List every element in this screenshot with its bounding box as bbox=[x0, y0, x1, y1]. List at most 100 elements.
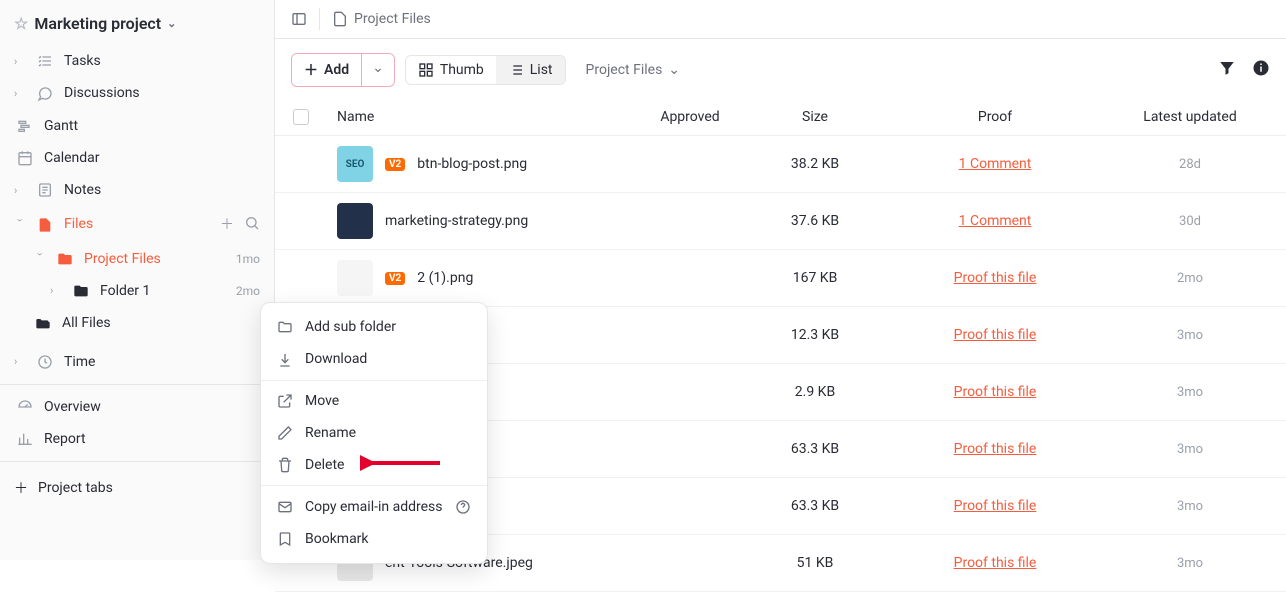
proof-link[interactable]: Proof this file bbox=[954, 555, 1037, 571]
file-thumbnail bbox=[337, 260, 373, 296]
size-cell: 2.9 KB bbox=[750, 384, 880, 400]
table-row[interactable]: marketing-strategy.png37.6 KB1 Comment30… bbox=[275, 193, 1286, 250]
chevron-down-icon: › bbox=[34, 253, 47, 265]
sidebar-item-notes[interactable]: › Notes bbox=[0, 174, 274, 206]
search-icon[interactable] bbox=[244, 214, 260, 234]
proof-link[interactable]: Proof this file bbox=[954, 384, 1037, 400]
menu-label: Delete bbox=[305, 457, 344, 473]
add-dropdown[interactable]: ⌄ bbox=[362, 54, 394, 86]
menu-label: Move bbox=[305, 393, 339, 409]
col-size[interactable]: Size bbox=[750, 109, 880, 125]
sidebar-item-files[interactable]: › Files ＋ bbox=[0, 206, 274, 242]
mail-icon bbox=[277, 498, 293, 514]
view-segment: Thumb List bbox=[405, 55, 566, 85]
plus-icon: ＋ bbox=[14, 478, 28, 498]
sidebar-item-overview[interactable]: Overview bbox=[0, 391, 274, 423]
menu-label: Add sub folder bbox=[305, 319, 396, 335]
bookmark-icon bbox=[277, 531, 293, 547]
col-proof[interactable]: Proof bbox=[880, 109, 1110, 125]
sidebar-item-label: Time bbox=[64, 354, 260, 370]
table-row[interactable]: SEOV2btn-blog-post.png38.2 KB1 Comment28… bbox=[275, 136, 1286, 193]
menu-label: Download bbox=[305, 351, 367, 367]
folder-icon bbox=[277, 319, 293, 335]
menu-download[interactable]: Download bbox=[261, 343, 487, 375]
tasks-icon bbox=[36, 53, 54, 69]
breadcrumb-label: Project Files bbox=[354, 11, 431, 27]
info-icon[interactable] bbox=[1252, 59, 1270, 81]
toolbar: ＋ Add ⌄ Thumb List bbox=[275, 39, 1286, 101]
sidebar-item-report[interactable]: Report bbox=[0, 423, 274, 455]
menu-move[interactable]: Move bbox=[261, 385, 487, 417]
project-tabs-button[interactable]: ＋ Project tabs bbox=[0, 468, 274, 508]
col-name[interactable]: Name bbox=[337, 109, 630, 125]
pencil-icon bbox=[277, 425, 293, 441]
chevron-down-icon: ⌄ bbox=[372, 60, 384, 76]
chevron-down-icon: › bbox=[14, 218, 27, 230]
folder-select-label: Project Files bbox=[586, 62, 663, 78]
sidebar-item-all-files[interactable]: All Files bbox=[0, 307, 274, 339]
sidebar-item-tasks[interactable]: › Tasks bbox=[0, 45, 274, 77]
menu-rename[interactable]: Rename bbox=[261, 417, 487, 449]
project-header[interactable]: ☆ Marketing project ⌄ bbox=[0, 8, 274, 45]
updated-cell: 28d bbox=[1110, 157, 1270, 172]
notes-icon bbox=[36, 182, 54, 198]
menu-label: Bookmark bbox=[305, 531, 369, 547]
col-approved[interactable]: Approved bbox=[630, 109, 750, 125]
sidebar-item-project-files[interactable]: › Project Files 1mo bbox=[0, 242, 274, 274]
proof-link[interactable]: 1 Comment bbox=[959, 213, 1032, 229]
proof-link[interactable]: Proof this file bbox=[954, 441, 1037, 457]
file-name: marketing-strategy.png bbox=[385, 213, 528, 229]
star-icon[interactable]: ☆ bbox=[14, 14, 28, 33]
add-button-group: ＋ Add ⌄ bbox=[291, 53, 395, 87]
select-all-checkbox[interactable] bbox=[293, 109, 309, 125]
menu-label: Copy email-in address bbox=[305, 499, 442, 515]
clock-icon bbox=[36, 353, 54, 369]
list-icon bbox=[508, 62, 524, 78]
updated-cell: 3mo bbox=[1110, 385, 1270, 400]
sidebar: ☆ Marketing project ⌄ › Tasks › Discussi… bbox=[0, 0, 275, 560]
chevron-right-icon: › bbox=[14, 55, 26, 68]
sidebar-item-label: Gantt bbox=[44, 118, 260, 134]
proof-link[interactable]: Proof this file bbox=[954, 327, 1037, 343]
trash-icon bbox=[277, 457, 293, 473]
table-row[interactable]: V22 (1).png167 KBProof this file2mo bbox=[275, 250, 1286, 307]
view-thumb-label: Thumb bbox=[440, 62, 484, 78]
chart-icon bbox=[16, 431, 34, 447]
chevron-down-icon[interactable]: ⌄ bbox=[167, 17, 176, 30]
filter-icon[interactable] bbox=[1218, 59, 1236, 81]
version-badge: V2 bbox=[385, 272, 405, 285]
sidebar-item-time[interactable]: › Time bbox=[0, 345, 274, 377]
menu-copy-email[interactable]: Copy email-in address bbox=[261, 490, 487, 522]
help-icon[interactable] bbox=[455, 498, 471, 514]
sidebar-item-label: Overview bbox=[44, 399, 260, 415]
calendar-icon bbox=[16, 150, 34, 166]
folder-select[interactable]: Project Files ⌄ bbox=[576, 56, 691, 84]
project-tabs-label: Project tabs bbox=[38, 480, 113, 496]
sidebar-item-label: Files bbox=[64, 216, 210, 232]
divider bbox=[0, 384, 274, 385]
sidebar-item-gantt[interactable]: Gantt bbox=[0, 110, 274, 142]
col-updated[interactable]: Latest updated bbox=[1110, 109, 1270, 125]
view-list[interactable]: List bbox=[496, 56, 565, 84]
divider bbox=[261, 485, 487, 486]
menu-bookmark[interactable]: Bookmark bbox=[261, 523, 487, 555]
proof-link[interactable]: 1 Comment bbox=[959, 156, 1032, 172]
breadcrumb[interactable]: Project Files bbox=[332, 11, 431, 27]
sidebar-item-label: Tasks bbox=[64, 53, 260, 69]
view-thumb[interactable]: Thumb bbox=[406, 56, 496, 84]
add-icon[interactable]: ＋ bbox=[220, 214, 234, 234]
size-cell: 63.3 KB bbox=[750, 498, 880, 514]
sidebar-item-label: Report bbox=[44, 431, 260, 447]
gauge-icon bbox=[16, 399, 34, 415]
add-button[interactable]: ＋ Add bbox=[292, 54, 362, 86]
proof-link[interactable]: Proof this file bbox=[954, 498, 1037, 514]
add-label: Add bbox=[324, 62, 349, 78]
gantt-icon bbox=[16, 118, 34, 134]
menu-add-sub-folder[interactable]: Add sub folder bbox=[261, 311, 487, 343]
sidebar-item-discussions[interactable]: › Discussions bbox=[0, 77, 274, 109]
menu-delete[interactable]: Delete bbox=[261, 449, 487, 481]
panel-toggle-icon[interactable] bbox=[291, 11, 307, 27]
proof-link[interactable]: Proof this file bbox=[954, 270, 1037, 286]
sidebar-item-calendar[interactable]: Calendar bbox=[0, 142, 274, 174]
sidebar-item-folder1[interactable]: › Folder 1 2mo bbox=[0, 275, 274, 307]
